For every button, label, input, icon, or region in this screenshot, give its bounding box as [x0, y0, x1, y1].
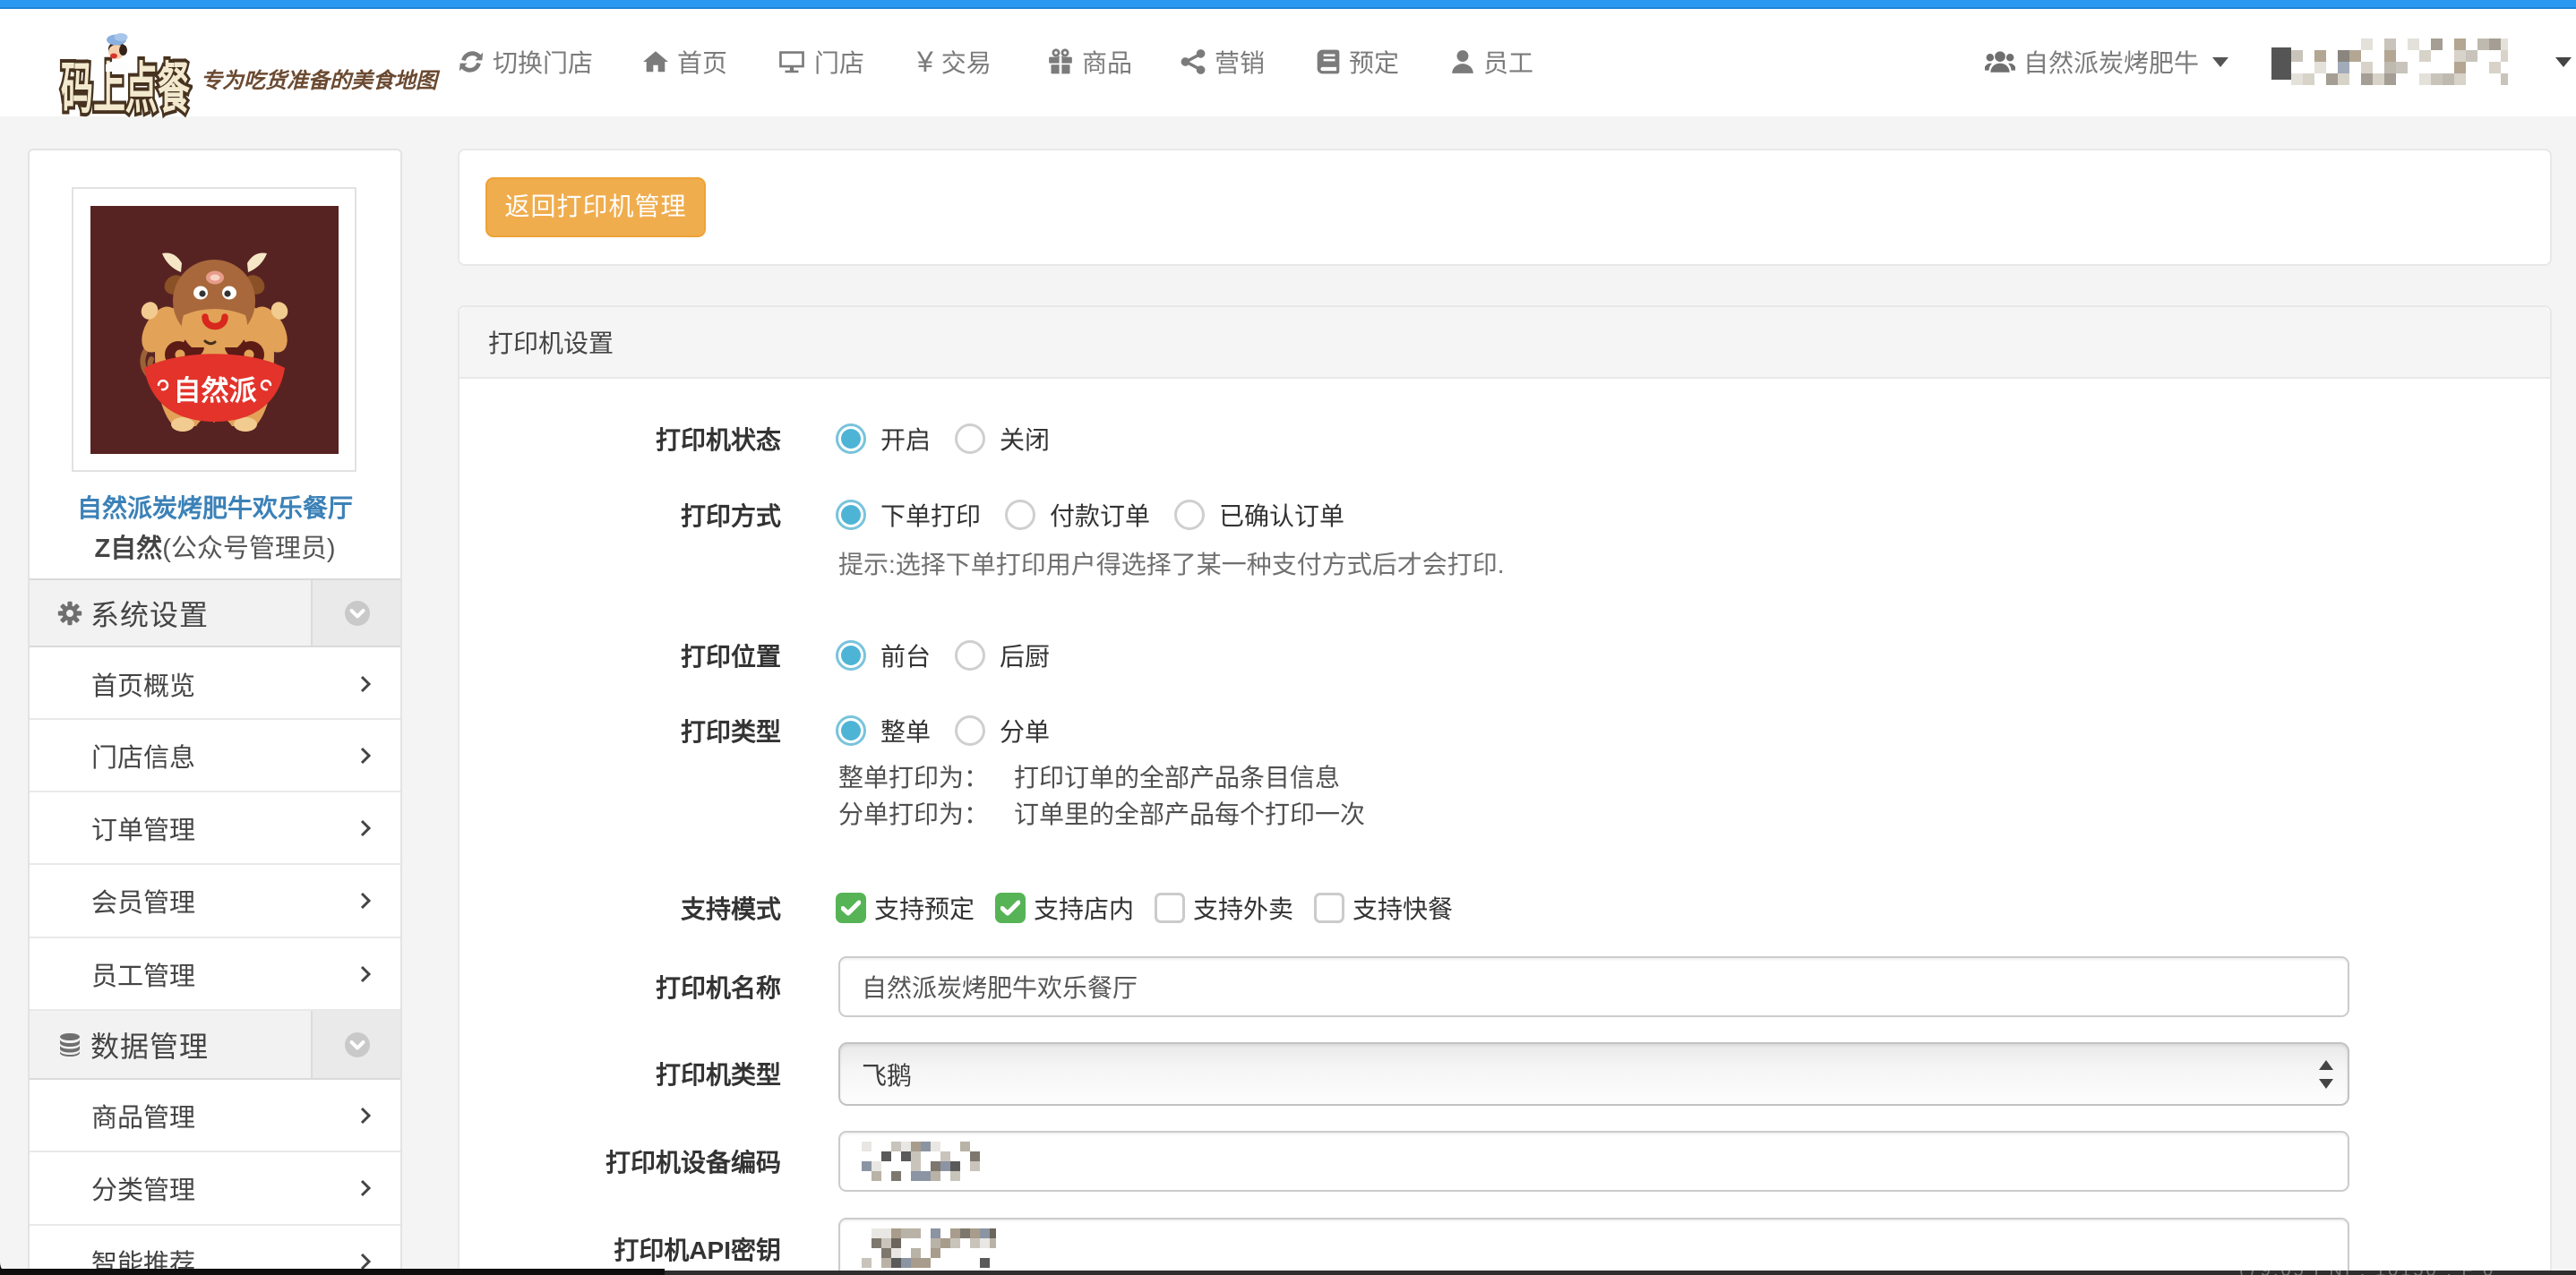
- svg-text:自然派: 自然派: [174, 375, 257, 406]
